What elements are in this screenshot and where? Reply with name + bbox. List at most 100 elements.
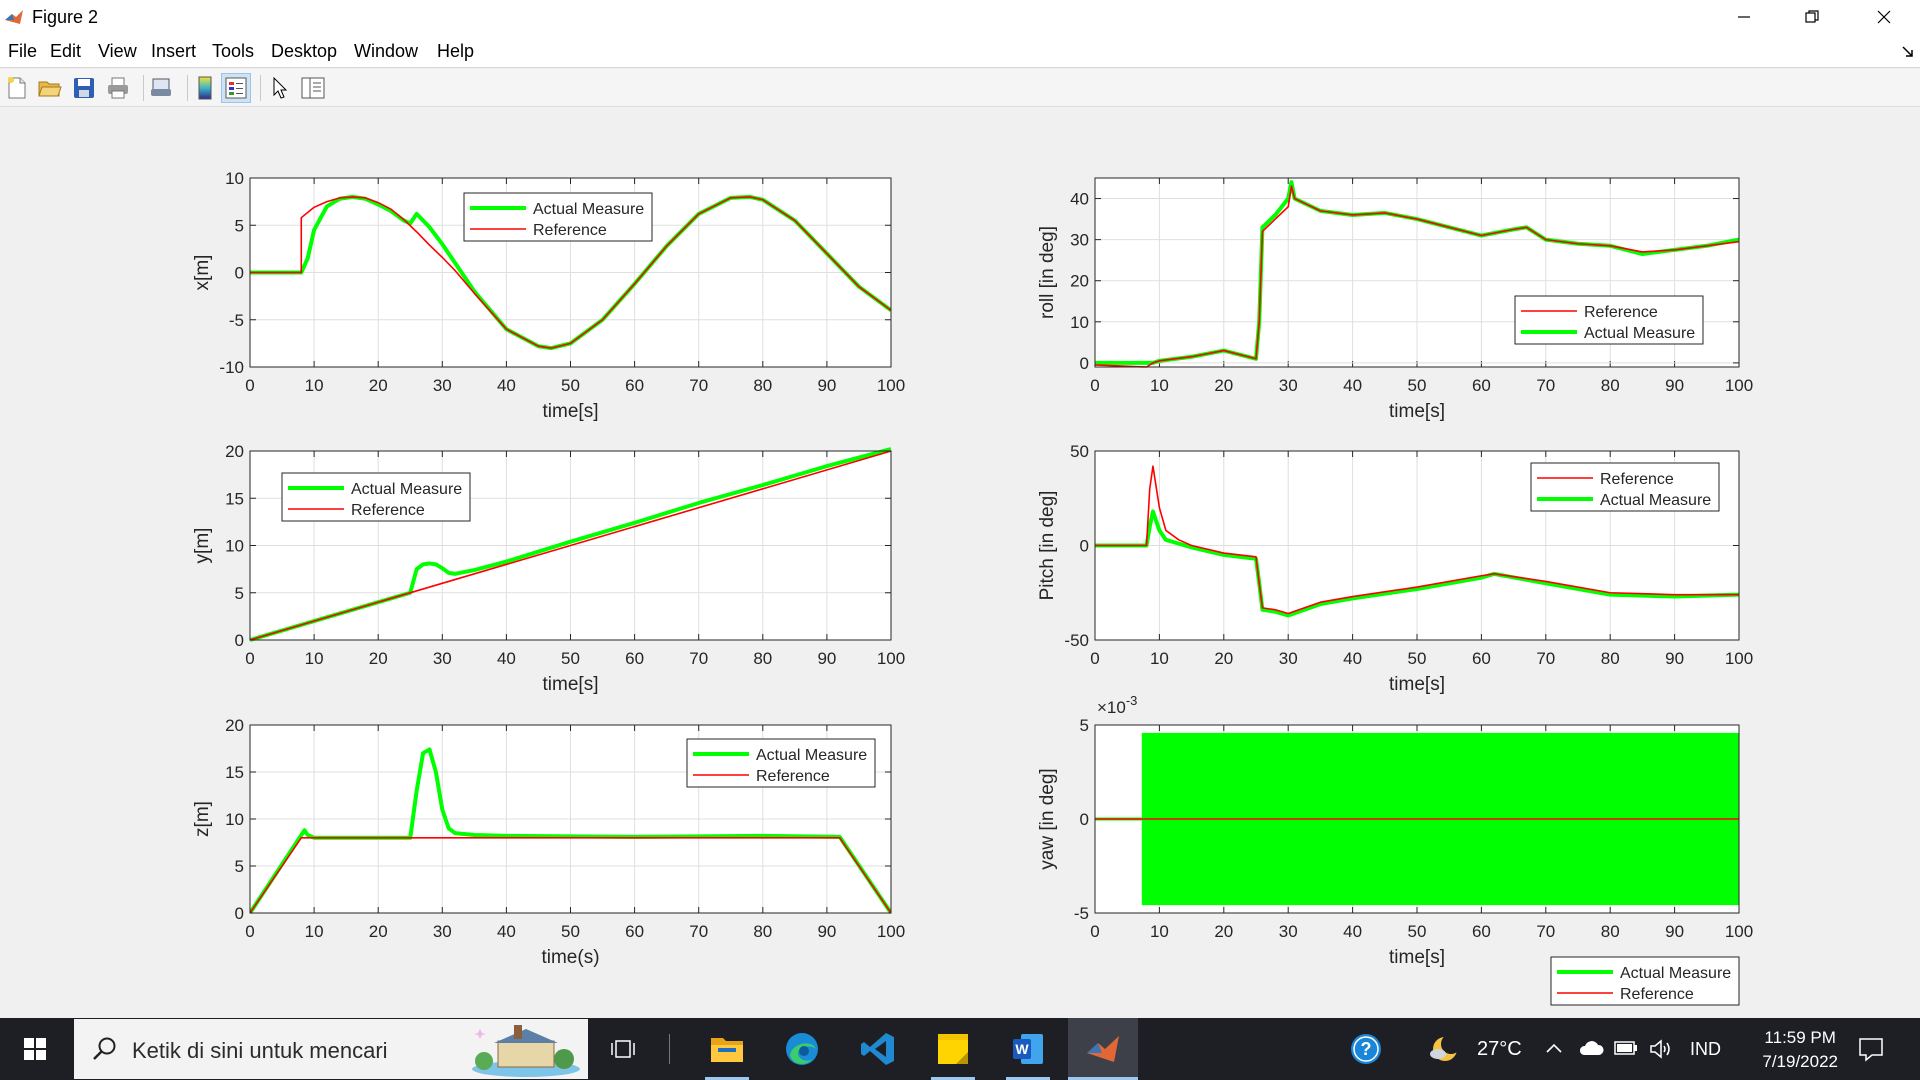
taskbar-search-box[interactable]: Ketik di sini untuk mencari [74, 1019, 588, 1079]
matlab-logo-icon [5, 10, 23, 24]
file-explorer-icon[interactable] [695, 1018, 759, 1080]
y-axis-label: x[m] [192, 255, 213, 291]
x-tick-label: 0 [245, 922, 254, 941]
y-axis-label: z[m] [192, 801, 213, 837]
axes-pitch: 0 10 20 30 40 50 60 70 80 90 100-50050time[s]Pitch… [1037, 442, 1753, 695]
insert-legend-icon[interactable] [221, 73, 251, 103]
legend[interactable]: Reference Actual Measure [1514, 295, 1704, 345]
y-tick-label: 20 [1070, 272, 1089, 291]
battery-icon[interactable] [1614, 1040, 1638, 1056]
chevron-up-icon[interactable] [1544, 1040, 1564, 1056]
x-tick-label: 50 [1408, 922, 1427, 941]
x-tick-label: 80 [1601, 376, 1620, 395]
menu-edit[interactable]: Edit [50, 41, 81, 62]
y-tick-label: 10 [1070, 313, 1089, 332]
legend[interactable]: Actual Measure Reference [686, 738, 876, 788]
print-icon[interactable] [103, 73, 133, 103]
menu-tools[interactable]: Tools [212, 41, 254, 62]
menu-help[interactable]: Help [437, 41, 474, 62]
window-title: Figure 2 [32, 7, 99, 27]
x-tick-label: 80 [1601, 922, 1620, 941]
new-figure-icon[interactable] [2, 73, 32, 103]
property-inspector-icon[interactable] [298, 73, 328, 103]
x-tick-label: 90 [1665, 922, 1684, 941]
x-tick-label: 10 [1150, 922, 1169, 941]
x-tick-label: 30 [433, 649, 452, 668]
menu-file[interactable]: File [8, 41, 37, 62]
legend-entry-label: Reference [1600, 471, 1674, 488]
x-tick-label: 100 [877, 376, 905, 395]
legend-entry-label: Actual Measure [533, 201, 644, 218]
word-icon[interactable]: W [996, 1018, 1060, 1080]
legend[interactable]: Reference Actual Measure [1530, 462, 1720, 512]
system-clock[interactable]: 11:59 PM 7/19/2022 [1762, 1026, 1838, 1074]
volume-icon[interactable] [1649, 1038, 1673, 1060]
vscode-icon[interactable] [846, 1018, 910, 1080]
y-tick-label: 0 [235, 631, 244, 650]
link-plot-icon[interactable] [146, 73, 176, 103]
onedrive-cloud-icon[interactable] [1578, 1038, 1604, 1058]
x-tick-label: 40 [1343, 649, 1362, 668]
restore-button[interactable] [1782, 0, 1842, 34]
windows-taskbar: Ketik di sini untuk mencari W ? 27°C IND… [0, 1018, 1920, 1080]
x-tick-label: 70 [689, 649, 708, 668]
clock-time: 11:59 PM [1764, 1028, 1836, 1047]
x-tick-label: 30 [433, 922, 452, 941]
save-icon[interactable] [69, 73, 99, 103]
edge-icon[interactable] [770, 1018, 834, 1080]
x-tick-label: 10 [305, 376, 324, 395]
x-tick-label: 70 [689, 922, 708, 941]
y-tick-label: 30 [1070, 231, 1089, 250]
menu-window[interactable]: Window [354, 41, 418, 62]
matlab-icon[interactable] [1068, 1018, 1138, 1080]
legend-entry-label: Reference [1620, 986, 1694, 1003]
figure-toolbar [0, 69, 1920, 107]
restore-icon [1805, 10, 1819, 23]
close-button[interactable] [1854, 0, 1914, 34]
menu-desktop[interactable]: Desktop [271, 41, 337, 62]
legend-entry-label: Actual Measure [1600, 492, 1711, 509]
y-tick-label: -5 [229, 311, 244, 330]
open-file-icon[interactable] [35, 73, 65, 103]
legend-entry-label: Actual Measure [1620, 965, 1731, 982]
x-tick-label: 60 [625, 649, 644, 668]
weather-temperature[interactable]: 27°C [1477, 1038, 1522, 1061]
x-tick-label: 10 [305, 649, 324, 668]
insert-colorbar-icon[interactable] [190, 73, 220, 103]
x-tick-label: 100 [1725, 922, 1753, 941]
x-tick-label: 40 [497, 922, 516, 941]
language-indicator[interactable]: IND [1690, 1039, 1721, 1060]
y-tick-label: 10 [225, 810, 244, 829]
minimize-button[interactable] [1714, 0, 1774, 34]
notification-icon[interactable] [1858, 1036, 1884, 1062]
toolbar-separator [143, 75, 144, 101]
y-tick-label: 10 [225, 169, 244, 188]
legend[interactable]: Actual Measure Reference [463, 192, 653, 242]
search-placeholder: Ketik di sini untuk mencari [132, 1038, 388, 1063]
menu-view[interactable]: View [98, 41, 137, 62]
dock-arrow-icon[interactable] [1902, 46, 1914, 58]
x-tick-label: 50 [1408, 376, 1427, 395]
task-view-icon[interactable] [592, 1018, 656, 1080]
sticky-notes-icon[interactable] [921, 1018, 985, 1080]
legend-entry-label: Actual Measure [756, 747, 867, 764]
y-exponent-label: ×10-3 [1097, 693, 1137, 717]
legend[interactable]: Actual Measure Reference [1550, 956, 1740, 1006]
close-icon [1877, 10, 1891, 24]
y-tick-label: 5 [1080, 716, 1089, 735]
start-button[interactable] [3, 1018, 67, 1080]
menu-insert[interactable]: Insert [151, 41, 196, 62]
edit-plot-icon[interactable] [265, 73, 295, 103]
svg-text:W: W [1015, 1041, 1029, 1057]
y-tick-label: 50 [1070, 442, 1089, 461]
y-axis-label: roll [in deg] [1037, 226, 1058, 319]
x-tick-label: 0 [245, 376, 254, 395]
y-tick-label: 5 [235, 584, 244, 603]
x-tick-label: 90 [817, 922, 836, 941]
taskbar-divider [669, 1034, 670, 1064]
x-tick-label: 100 [877, 649, 905, 668]
axes-y: 0 10 20 30 40 50 60 70 80 90 100 0 5 10 15 20 time[s] y[m… [192, 442, 905, 695]
help-tray-icon[interactable]: ? [1334, 1018, 1398, 1080]
legend[interactable]: Actual Measure Reference [281, 472, 471, 522]
x-tick-label: 20 [1214, 376, 1233, 395]
